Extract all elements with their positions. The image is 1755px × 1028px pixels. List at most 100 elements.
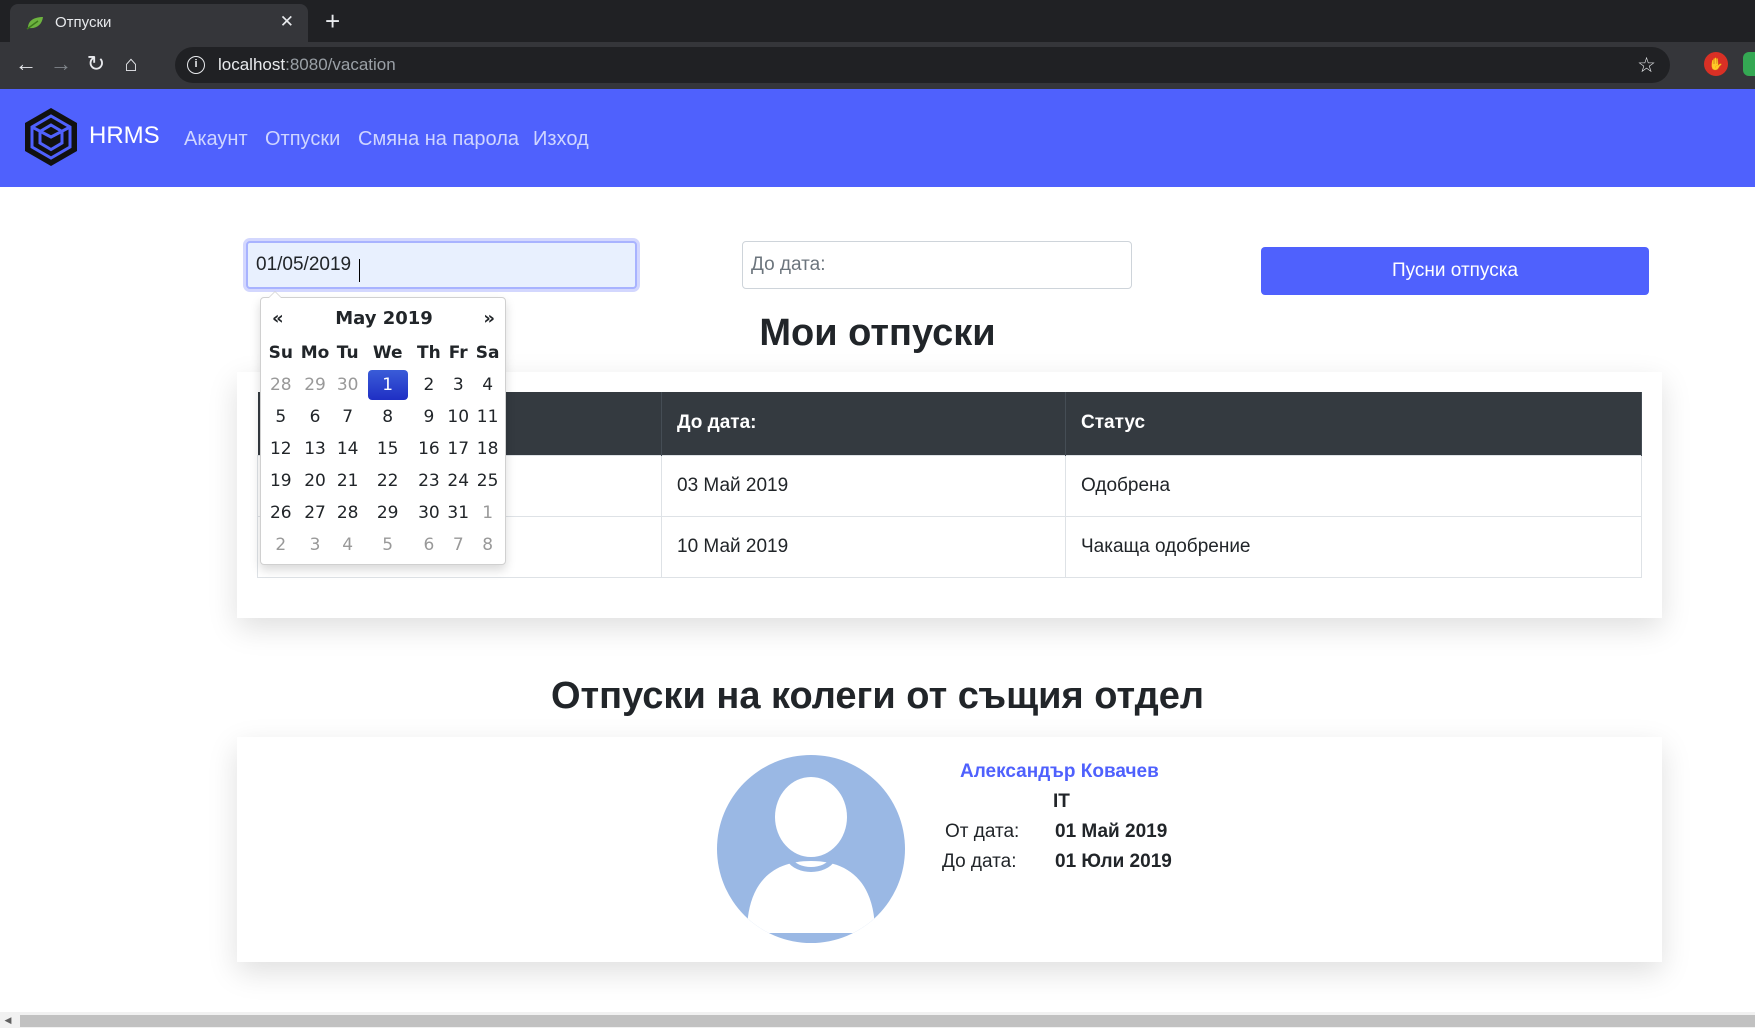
nav-link-account[interactable]: Акаунт [184,128,248,151]
datepicker-day[interactable]: 17 [444,433,472,465]
nav-link-logout[interactable]: Изход [533,128,589,151]
forward-icon[interactable]: → [47,50,75,78]
scrollbar-thumb[interactable] [20,1015,1755,1027]
scroll-left-icon[interactable]: ◀ [0,1012,16,1028]
datepicker-day[interactable]: 7 [334,401,362,433]
weekday-label: We [372,343,403,363]
datepicker-day[interactable]: 31 [444,497,472,529]
leaf-icon [26,17,43,30]
datepicker-day[interactable]: 28 [334,497,362,529]
datepicker-day[interactable]: 7 [444,529,472,561]
colleagues-vacations-title: Отпуски на колеги от същия отдел [550,675,1204,717]
datepicker-day[interactable]: 3 [297,529,334,561]
colleague-from-value: 01 Май 2019 [1055,821,1168,842]
colleague-card [237,737,1662,962]
datepicker-next-icon[interactable]: » [483,308,495,329]
weekday-label: Sa [475,343,500,363]
colleague-to-value: 01 Юли 2019 [1055,851,1172,872]
tab-close-icon[interactable]: ✕ [280,12,294,32]
datepicker-day[interactable]: 3 [444,369,472,401]
extension-icon[interactable] [1743,52,1755,76]
datepicker-day[interactable]: 11 [472,401,503,433]
to-date-input[interactable] [742,241,1132,289]
datepicker-day[interactable]: 2 [265,529,297,561]
table-cell-to: 03 Май 2019 [661,454,1066,517]
weekday-label: Tu [336,343,359,363]
user-avatar-icon [717,755,905,943]
datepicker-header: May 2019 « » [261,308,507,332]
datepicker-day[interactable]: 4 [472,369,503,401]
datepicker-day[interactable]: 18 [472,433,503,465]
browser-tab[interactable]: Отпуски ✕ [10,4,308,42]
datepicker-day[interactable]: 23 [414,465,445,497]
datepicker-day[interactable]: 5 [362,529,414,561]
datepicker-day[interactable]: 26 [265,497,297,529]
weekday-label: Mo [300,343,330,363]
datepicker-day[interactable]: 4 [334,529,362,561]
table-cell-status: Одобрена [1065,454,1642,517]
datepicker-day[interactable]: 30 [334,369,362,401]
datepicker-day[interactable]: 6 [297,401,334,433]
colleague-name-link[interactable]: Александър Ковачев [960,761,1159,783]
colleague-to-label: До дата: [942,851,1017,872]
app-navbar: HRMS Акаунт Отпуски Смяна на парола Изхо… [0,89,1755,187]
datepicker-day[interactable]: 22 [362,465,414,497]
datepicker-month-switch[interactable]: May 2019 [261,308,507,329]
datepicker-day[interactable]: 30 [414,497,445,529]
datepicker-day[interactable]: 20 [297,465,334,497]
submit-vacation-button[interactable]: Пусни отпуска [1261,247,1649,295]
tab-title: Отпуски [55,14,112,31]
datepicker-day[interactable]: 27 [297,497,334,529]
text-caret [359,259,360,282]
bookmark-star-icon[interactable]: ☆ [1637,53,1656,78]
from-date-input[interactable] [246,241,637,289]
datepicker-day[interactable]: 14 [334,433,362,465]
nav-link-change-password[interactable]: Смяна на парола [358,128,519,151]
adblock-extension-icon[interactable]: ✋ [1704,52,1728,76]
back-icon[interactable]: ← [12,50,40,78]
datepicker-day[interactable]: 21 [334,465,362,497]
datepicker-day[interactable]: 12 [265,433,297,465]
info-icon[interactable]: i [187,56,205,74]
datepicker-day[interactable]: 1 [472,497,503,529]
datepicker-day[interactable]: 24 [444,465,472,497]
table-cell-to: 10 Май 2019 [661,515,1066,578]
datepicker-day[interactable]: 9 [414,401,445,433]
datepicker-day[interactable]: 19 [265,465,297,497]
datepicker-grid: Su Mo Tu We Th Fr Sa 28 29 30 1 2 3 4 5 … [265,337,503,561]
nav-link-vacations[interactable]: Отпуски [265,128,340,151]
hrms-logo-icon[interactable] [22,106,80,168]
datepicker-day[interactable]: 29 [362,497,414,529]
datepicker-day[interactable]: 16 [414,433,445,465]
datepicker-day[interactable]: 15 [362,433,414,465]
column-header-to: До дата: [661,392,1066,455]
browser-tab-strip: Отпуски ✕ + [0,0,1755,42]
horizontal-scrollbar[interactable]: ◀ [0,1012,1755,1028]
address-bar[interactable]: i localhost:8080/vacation ☆ [175,47,1670,83]
datepicker-dropdown: May 2019 « » Su Mo Tu We Th Fr Sa 28 29 … [260,291,507,565]
weekday-label: Su [268,343,293,363]
brand-name[interactable]: HRMS [89,122,160,150]
datepicker-day[interactable]: 13 [297,433,334,465]
colleague-from-label: От дата: [945,821,1020,842]
datepicker-day[interactable]: 8 [472,529,503,561]
datepicker-day[interactable]: 10 [444,401,472,433]
reload-icon[interactable]: ↻ [82,50,110,78]
datepicker-day-selected[interactable]: 1 [362,369,414,401]
datepicker-day[interactable]: 25 [472,465,503,497]
home-icon[interactable]: ⌂ [117,50,145,78]
avatar [717,755,905,943]
datepicker-day[interactable]: 29 [297,369,334,401]
datepicker-day[interactable]: 6 [414,529,445,561]
table-cell-status: Чакаща одобрение [1065,515,1642,578]
datepicker-day[interactable]: 2 [414,369,445,401]
new-tab-icon[interactable]: + [325,6,340,37]
datepicker-prev-icon[interactable]: « [272,308,284,329]
url-text: localhost:8080/vacation [218,55,396,74]
datepicker-day[interactable]: 28 [265,369,297,401]
weekday-label: Th [417,343,441,363]
datepicker-day[interactable]: 5 [265,401,297,433]
column-header-status: Статус [1065,392,1642,455]
browser-toolbar: ← → ↻ ⌂ i localhost:8080/vacation ☆ ✋ [0,42,1755,89]
datepicker-day[interactable]: 8 [362,401,414,433]
